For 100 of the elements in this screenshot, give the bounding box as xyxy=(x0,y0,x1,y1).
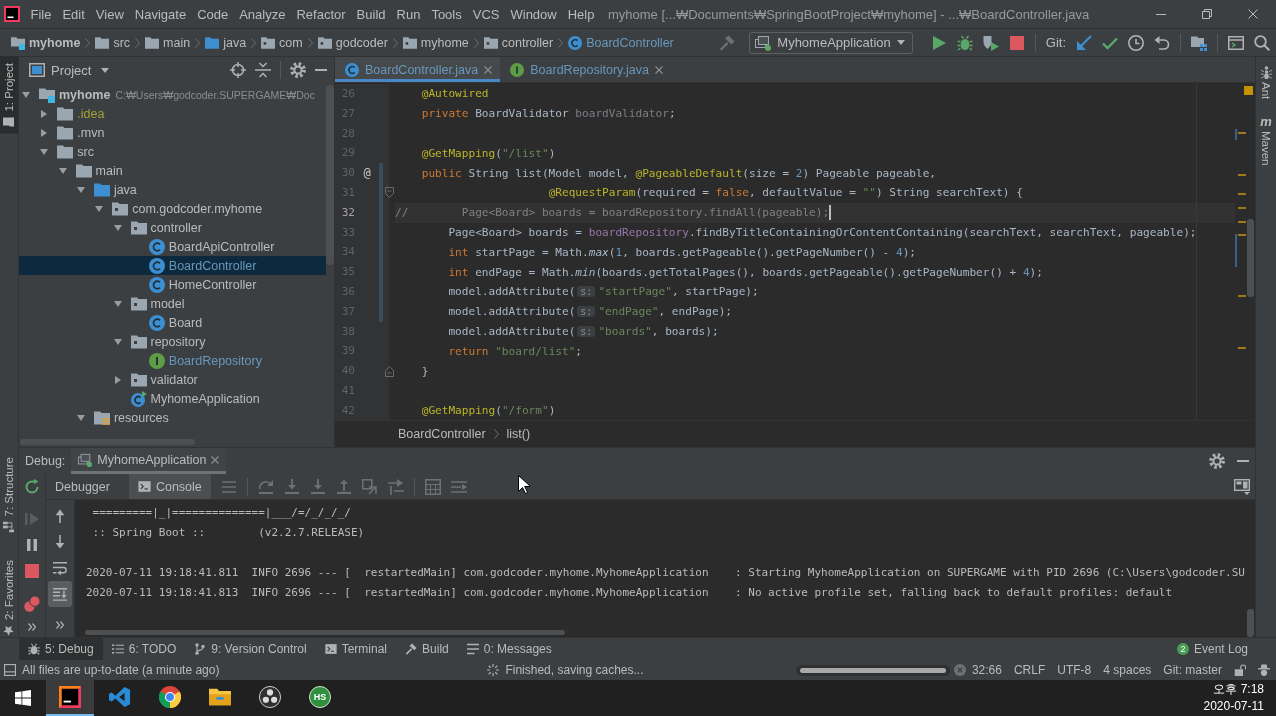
close-icon[interactable] xyxy=(1248,9,1258,19)
breadcrumb[interactable]: controller xyxy=(478,35,559,50)
tool-window-button[interactable]: 5: Debug xyxy=(19,638,103,660)
panel-tab[interactable]: Console xyxy=(128,474,211,499)
app-logo-icon[interactable] xyxy=(4,6,20,22)
tool-window-button[interactable]: Terminal xyxy=(315,638,397,660)
arrow-down-icon[interactable] xyxy=(53,535,67,549)
tool-window-button[interactable]: 0: Messages xyxy=(457,638,561,660)
menu-item[interactable]: View xyxy=(90,0,130,28)
breadcrumb[interactable]: godcoder xyxy=(312,35,393,50)
lines-arrow-icon[interactable] xyxy=(450,478,467,495)
triangle-icon[interactable] xyxy=(58,167,67,174)
status-widget[interactable]: 32:66 xyxy=(965,663,1008,677)
status-widget[interactable]: UTF-8 xyxy=(1051,663,1098,677)
session-tab[interactable]: MyhomeApplication xyxy=(71,448,227,474)
close-icon[interactable] xyxy=(654,65,663,74)
tool-window-tab[interactable]: 2: Favorites xyxy=(0,554,18,643)
clock-button[interactable]: 오후 7:18 2020-07-11 xyxy=(1203,681,1276,715)
tree-item[interactable]: BoardRepository xyxy=(19,351,326,370)
double-chevron-icon[interactable] xyxy=(28,623,36,631)
triangle-icon[interactable] xyxy=(113,338,122,345)
toggle-button[interactable] xyxy=(48,581,72,607)
editor-tab[interactable]: BoardRepository.java xyxy=(500,57,671,82)
change-marker[interactable] xyxy=(379,281,383,302)
stripe-marker[interactable] xyxy=(1238,207,1246,209)
gutter-symbol[interactable]: @ xyxy=(363,167,371,180)
menu-item[interactable]: Code xyxy=(191,0,234,28)
change-marker[interactable] xyxy=(379,183,383,203)
arrow-to-bar-icon[interactable] xyxy=(309,478,326,495)
grid-icon[interactable] xyxy=(424,478,441,495)
stripe-marker[interactable] xyxy=(1235,234,1237,267)
breadcrumb[interactable]: myhome xyxy=(6,35,86,50)
scrollbar-thumb[interactable] xyxy=(20,439,195,445)
bug-icon[interactable] xyxy=(956,34,973,51)
status-widget[interactable]: 4 spaces xyxy=(1097,663,1158,677)
triangle-icon[interactable] xyxy=(114,375,121,384)
editor-tab[interactable]: BoardController.java xyxy=(335,57,501,82)
breadcrumb[interactable]: java xyxy=(200,35,252,50)
window-icon[interactable] xyxy=(1228,34,1244,51)
tool-window-button[interactable]: Build xyxy=(396,638,458,660)
shield-play-icon[interactable] xyxy=(982,34,999,51)
square-arrow-icon[interactable] xyxy=(361,478,378,495)
search-icon[interactable] xyxy=(1254,34,1270,51)
status-message[interactable]: All files are up-to-date (a minute ago) xyxy=(22,663,220,677)
menu-item[interactable]: Help xyxy=(562,0,600,28)
tool-window-tab[interactable]: 1: Project xyxy=(0,57,18,134)
breadcrumb[interactable]: src xyxy=(90,35,136,50)
event-log-button[interactable]: 2 Event Log xyxy=(1176,642,1276,656)
collapse-icon[interactable] xyxy=(255,62,271,78)
scrollbar-thumb[interactable] xyxy=(1247,609,1254,637)
triangle-icon[interactable] xyxy=(113,300,122,307)
stripe-marker[interactable] xyxy=(1238,132,1246,134)
fold-icon[interactable] xyxy=(385,365,394,377)
triangle-icon[interactable] xyxy=(113,224,122,231)
menu-item[interactable]: VCS xyxy=(467,0,505,28)
crosshair-icon[interactable] xyxy=(230,62,246,78)
stop-icon[interactable] xyxy=(1008,34,1025,51)
triangle-icon[interactable] xyxy=(95,205,104,212)
arrow-down-left-icon[interactable] xyxy=(1076,34,1092,51)
hammer-icon[interactable] xyxy=(719,34,736,51)
tree-item[interactable]: java xyxy=(19,180,326,199)
gear-icon[interactable] xyxy=(1209,453,1225,469)
status-widget[interactable]: Git: master xyxy=(1157,663,1228,677)
scrollbar-thumb[interactable] xyxy=(1247,219,1254,297)
status-widget[interactable]: CRLF xyxy=(1007,663,1052,677)
tree-item[interactable]: .idea xyxy=(19,104,326,123)
tree-item[interactable]: com.godcoder.myhome xyxy=(19,199,326,218)
tree-item[interactable]: repository xyxy=(19,332,326,351)
menu-item[interactable]: Run xyxy=(391,0,426,28)
tool-window-button[interactable]: 6: TODO xyxy=(102,638,186,660)
tree-item[interactable]: main xyxy=(19,161,326,180)
menu-item[interactable]: Edit xyxy=(56,0,91,28)
tree-item[interactable]: myhome C:₩Users₩godcoder.SUPERGAME₩Doc xyxy=(19,85,326,104)
taskbar-button[interactable]: HS xyxy=(296,680,344,716)
menu-item[interactable]: Window xyxy=(504,0,563,28)
triangle-icon[interactable] xyxy=(41,109,48,118)
tool-window-button[interactable]: 9: Version Control xyxy=(185,638,316,660)
triangle-icon[interactable] xyxy=(76,186,85,193)
breadcrumb[interactable]: BoardController xyxy=(563,35,679,50)
tree-item[interactable]: BoardApiController xyxy=(19,237,326,256)
scrollbar-thumb[interactable] xyxy=(326,85,334,265)
tree-item[interactable]: HomeController xyxy=(19,275,326,294)
change-marker[interactable] xyxy=(379,242,383,263)
tree-item[interactable]: controller xyxy=(19,218,326,237)
task-text[interactable]: Finished, saving caches... xyxy=(505,663,644,677)
layout-icon[interactable] xyxy=(1234,478,1250,495)
triangle-icon[interactable] xyxy=(22,91,30,98)
stripe-marker[interactable] xyxy=(1238,221,1246,223)
stripe-marker[interactable] xyxy=(1238,174,1246,176)
tree-item[interactable]: validator xyxy=(19,370,326,389)
menu-item[interactable]: Build xyxy=(351,0,391,28)
arrow-lines-icon[interactable] xyxy=(387,478,404,495)
folder-grid-icon[interactable] xyxy=(1191,34,1207,51)
tree-item[interactable]: .mvn xyxy=(19,123,326,142)
tool-window-tab[interactable]: 7: Structure xyxy=(0,451,18,539)
stripe-marker[interactable] xyxy=(1235,129,1237,140)
close-icon[interactable] xyxy=(484,65,493,74)
breadcrumb[interactable]: com xyxy=(256,35,308,50)
square-marker-icon[interactable] xyxy=(1244,86,1253,95)
minimize-icon[interactable] xyxy=(1156,13,1166,15)
